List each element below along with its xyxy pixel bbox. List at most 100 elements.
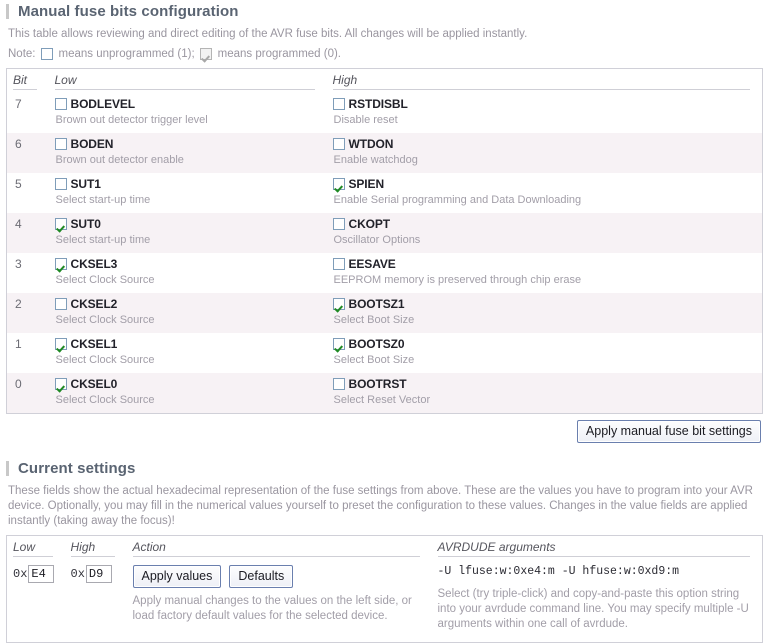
apply-manual-row: Apply manual fuse bit settings xyxy=(6,420,761,443)
avrdude-description: Select (try triple-click) and copy-and-p… xyxy=(437,588,749,630)
unprogrammed-checkbox-icon xyxy=(40,48,53,60)
fuse-checkbox-icon[interactable] xyxy=(54,298,67,310)
programmed-checkbox-icon xyxy=(199,48,212,60)
fuse-bit-toggle[interactable]: BOOTSZ1 xyxy=(332,297,757,311)
action-description: Apply manual changes to the values on th… xyxy=(132,595,412,622)
fuse-checkbox-icon[interactable] xyxy=(332,138,345,150)
fuse-table-row: 7 BODLEVEL Brown out detector trigger leve… xyxy=(6,93,763,133)
low-fuse-input[interactable] xyxy=(28,565,55,583)
low-fuse-cell: CKSEL1 Select Clock Source xyxy=(49,333,327,373)
defaults-button[interactable]: Defaults xyxy=(229,565,294,588)
fuse-bit-name: CKOPT xyxy=(348,217,391,231)
apply-manual-fuse-bit-settings-button[interactable]: Apply manual fuse bit settings xyxy=(576,420,761,443)
fuse-bit-toggle[interactable]: CKSEL3 xyxy=(54,257,321,271)
fuse-bit-toggle[interactable]: CKSEL1 xyxy=(54,337,321,351)
fuse-bit-toggle[interactable]: CKSEL0 xyxy=(54,377,321,391)
fuse-bits-table: Bit Low High 7 BODLEVEL Brown out detector… xyxy=(6,68,763,414)
fuse-configuration-page: Manual fuse bits configuration This tabl… xyxy=(0,0,769,643)
bit-number-cell: 2 xyxy=(7,293,49,333)
high-fuse-field-group: 0x xyxy=(71,565,121,583)
bit-number: 0 xyxy=(15,377,22,391)
high-fuse-entry: BOOTSZ0 Select Boot Size xyxy=(327,333,763,373)
high-fuse-input[interactable] xyxy=(85,565,112,583)
fuse-bit-description: Select Clock Source xyxy=(55,274,155,286)
high-fuse-cell: EESAVE EEPROM memory is preserved through… xyxy=(327,253,763,293)
fuse-bit-description: Brown out detector enable xyxy=(55,154,184,166)
fuse-bit-toggle[interactable]: BODEN xyxy=(54,137,321,151)
apply-values-button[interactable]: Apply values xyxy=(132,565,222,588)
fuse-bit-name: SUT1 xyxy=(70,177,101,191)
checkbox-legend-note: Note: means unprogrammed (1); means prog… xyxy=(8,48,763,60)
low-fuse-entry: CKSEL0 Select Clock Source xyxy=(49,373,327,413)
fuse-bit-toggle[interactable]: SUT1 xyxy=(54,177,321,191)
low-fuse-cell: CKSEL3 Select Clock Source xyxy=(49,253,327,293)
fuse-bit-description: Oscillator Options xyxy=(333,234,421,246)
low-fuse-entry: BODEN Brown out detector enable xyxy=(49,133,327,173)
low-fuse-entry: BODLEVEL Brown out detector trigger level xyxy=(49,93,327,133)
fuse-bit-description: Select start-up time xyxy=(55,194,151,206)
current-settings-description: These fields show the actual hexadecimal… xyxy=(8,485,753,527)
fuse-bit-name: CKSEL0 xyxy=(70,377,118,391)
fuse-table-body: 7 BODLEVEL Brown out detector trigger leve… xyxy=(6,93,763,414)
fuse-checkbox-icon[interactable] xyxy=(332,178,345,190)
low-fuse-cell: 0x xyxy=(7,560,65,643)
fuse-checkbox-icon[interactable] xyxy=(332,218,345,230)
high-fuse-cell: SPIEN Enable Serial programming and Data … xyxy=(327,173,763,213)
low-hex-prefix: 0x xyxy=(13,567,28,581)
fuse-bit-name: CKSEL1 xyxy=(70,337,118,351)
fuse-checkbox-icon[interactable] xyxy=(54,98,67,110)
bit-number-cell: 6 xyxy=(7,133,49,173)
fuse-bit-toggle[interactable]: SUT0 xyxy=(54,217,321,231)
fuse-table-row: 6 BODEN Brown out detector enable WTDON Enab… xyxy=(6,133,763,173)
fuse-table-row: 3 CKSEL3 Select Clock Source EESAVE EEPROM m… xyxy=(6,253,763,293)
settings-row: 0x 0x Apply values Defaults Apply man xyxy=(7,560,763,643)
fuse-bit-description: Select Boot Size xyxy=(333,354,415,366)
avrdude-arguments-text[interactable]: -U lfuse:w:0xe4:m -U hfuse:w:0xd9:m xyxy=(438,565,757,578)
high-fuse-cell: WTDON Enable watchdog xyxy=(327,133,763,173)
fuse-bit-toggle[interactable]: BODLEVEL xyxy=(54,97,321,111)
fuse-bit-toggle[interactable]: RSTDISBL xyxy=(332,97,757,111)
high-fuse-entry: CKOPT Oscillator Options xyxy=(327,213,763,253)
high-fuse-cell: 0x xyxy=(65,560,127,643)
fuse-bit-toggle[interactable]: BOOTSZ0 xyxy=(332,337,757,351)
fuse-bit-name: EESAVE xyxy=(348,257,396,271)
bit-number: 1 xyxy=(15,337,22,351)
fuse-bit-toggle[interactable]: CKSEL2 xyxy=(54,297,321,311)
low-fuse-cell: CKSEL0 Select Clock Source xyxy=(49,373,327,414)
fuse-checkbox-icon[interactable] xyxy=(54,178,67,190)
fuse-bit-toggle[interactable]: BOOTRST xyxy=(332,377,757,391)
fuse-checkbox-icon[interactable] xyxy=(54,378,67,390)
fuse-bit-toggle[interactable]: SPIEN xyxy=(332,177,757,191)
fuse-bit-name: BOOTSZ0 xyxy=(348,337,405,351)
fuse-checkbox-icon[interactable] xyxy=(54,218,67,230)
fuse-checkbox-icon[interactable] xyxy=(332,378,345,390)
fuse-checkbox-icon[interactable] xyxy=(54,138,67,150)
high-fuse-cell: BOOTSZ1 Select Boot Size xyxy=(327,293,763,333)
fuse-table-header-row: Bit Low High xyxy=(6,68,763,93)
manual-section-heading: Manual fuse bits configuration xyxy=(6,0,763,25)
high-fuse-cell: CKOPT Oscillator Options xyxy=(327,213,763,253)
fuse-bit-description: Brown out detector trigger level xyxy=(55,114,208,126)
fuse-checkbox-icon[interactable] xyxy=(332,258,345,270)
fuse-bit-toggle[interactable]: CKOPT xyxy=(332,217,757,231)
fuse-bit-name: BOOTSZ1 xyxy=(348,297,405,311)
fuse-bit-toggle[interactable]: EESAVE xyxy=(332,257,757,271)
fuse-checkbox-icon[interactable] xyxy=(332,338,345,350)
fuse-bit-toggle[interactable]: WTDON xyxy=(332,137,757,151)
fuse-checkbox-icon[interactable] xyxy=(332,98,345,110)
column-header-bit: Bit xyxy=(6,68,49,93)
bit-number: 7 xyxy=(15,97,22,111)
bit-number: 3 xyxy=(15,257,22,271)
fuse-checkbox-icon[interactable] xyxy=(54,258,67,270)
fuse-checkbox-icon[interactable] xyxy=(332,298,345,310)
high-hex-prefix: 0x xyxy=(70,567,85,581)
bit-number-cell: 0 xyxy=(7,373,49,414)
column-header-avrdude-arguments: AVRDUDE arguments xyxy=(432,536,763,561)
low-fuse-cell: BODEN Brown out detector enable xyxy=(49,133,327,173)
bit-number-cell: 5 xyxy=(7,173,49,213)
column-header-low: Low xyxy=(48,68,327,93)
fuse-checkbox-icon[interactable] xyxy=(54,338,67,350)
high-fuse-entry: BOOTRST Select Reset Vector xyxy=(327,373,763,413)
high-fuse-entry: WTDON Enable watchdog xyxy=(327,133,763,173)
low-fuse-entry: SUT1 Select start-up time xyxy=(49,173,327,213)
